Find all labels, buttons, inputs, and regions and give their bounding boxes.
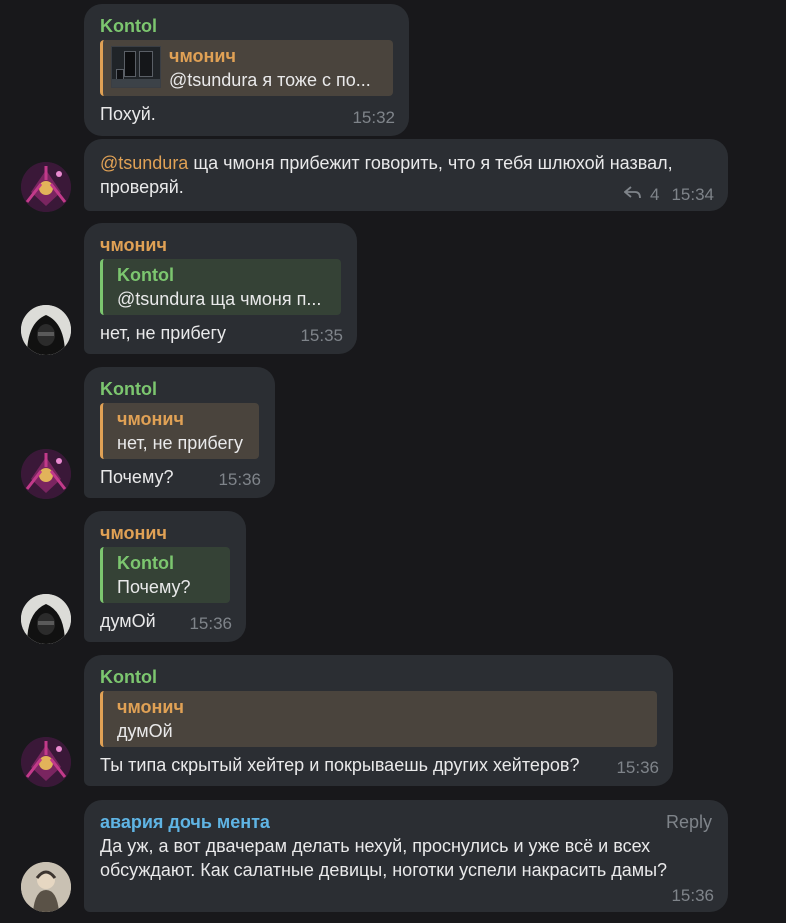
image-thumbnail <box>111 46 161 88</box>
chmonich-avatar[interactable] <box>21 305 71 355</box>
quote-sender: чмонич <box>169 46 236 66</box>
quote-sender: чмонич <box>117 697 184 717</box>
chmonich-avatar-image <box>21 594 71 644</box>
message-time: 15:34 <box>671 184 714 204</box>
message-text: Ты типа скрытый хейтер и покрываешь друг… <box>100 755 580 775</box>
reply-quote[interactable]: чмонич нет, не прибегу <box>100 403 259 459</box>
message-text: @tsundura ща чмоня прибежит говорить, чт… <box>100 151 712 199</box>
message-bubble[interactable]: Kontol чмонич думОй Ты типа скрытый хейт… <box>84 655 673 786</box>
kontol-avatar-image <box>21 737 71 787</box>
reply-quote[interactable]: чмонич думОй <box>100 691 657 747</box>
message-time: 15:36 <box>671 886 714 905</box>
sender-name[interactable]: Kontol <box>100 665 657 689</box>
reply-quote[interactable]: Kontol @tsundura ща чмоня п... <box>100 259 341 315</box>
kontol-avatar[interactable] <box>21 449 71 499</box>
avaria-avatar-image <box>21 862 71 912</box>
sender-name[interactable]: Kontol <box>100 377 259 401</box>
quote-sender: Kontol <box>117 265 174 285</box>
message-time: 15:32 <box>352 108 395 127</box>
quote-sender: Kontol <box>117 553 174 573</box>
message-time: 15:36 <box>189 614 232 633</box>
chmonich-avatar-image <box>21 305 71 355</box>
message-meta: 15:36 <box>189 614 232 634</box>
message-meta: 4 15:34 <box>623 184 714 205</box>
message-meta: 15:35 <box>300 326 343 346</box>
kontol-avatar-image <box>21 162 71 212</box>
quote-sender: чмонич <box>117 409 184 429</box>
message-text: Похуй. <box>100 104 156 124</box>
quote-text: Почему? <box>117 577 191 597</box>
kontol-avatar[interactable] <box>21 162 71 212</box>
message-text: Да уж, а вот двачерам делать нехуй, прос… <box>100 836 668 880</box>
message-time: 15:36 <box>218 470 261 489</box>
quote-text: @tsundura ща чмоня п... <box>117 289 322 309</box>
sender-name[interactable]: чмонич <box>100 521 230 545</box>
message-meta: 15:36 <box>671 886 714 906</box>
sender-name[interactable]: чмонич <box>100 233 341 257</box>
message-meta: 15:36 <box>218 470 261 490</box>
kontol-avatar-image <box>21 449 71 499</box>
reply-quote[interactable]: чмонич @tsundura я тоже с по... <box>100 40 393 96</box>
message-bubble[interactable]: @tsundura ща чмоня прибежит говорить, чт… <box>84 139 728 211</box>
message-time: 15:35 <box>300 326 343 345</box>
message-time: 15:36 <box>616 758 659 777</box>
message-bubble[interactable]: Kontol чмонич @tsundura я тоже с по... П… <box>84 4 409 136</box>
message-bubble[interactable]: чмонич Kontol @tsundura ща чмоня п... не… <box>84 223 357 354</box>
quote-text: нет, не прибегу <box>117 433 244 453</box>
reply-quote[interactable]: Kontol Почему? <box>100 547 230 603</box>
message-bubble[interactable]: чмонич Kontol Почему? думОй 15:36 <box>84 511 246 642</box>
message-meta: 15:36 <box>616 758 659 778</box>
mention-link[interactable]: @tsundura <box>100 153 188 173</box>
message-bubble[interactable]: авария дочь мента Reply Да уж, а вот два… <box>84 800 728 912</box>
message-bubble[interactable]: Kontol чмонич нет, не прибегу Почему? 15… <box>84 367 275 498</box>
sender-name[interactable]: авария дочь мента <box>100 810 712 834</box>
reply-count[interactable]: 4 <box>650 185 659 205</box>
quote-text: @tsundura я тоже с по... <box>169 70 371 90</box>
reply-arrow-icon[interactable] <box>623 184 642 205</box>
avaria-avatar[interactable] <box>21 862 71 912</box>
sender-name[interactable]: Kontol <box>100 14 393 38</box>
kontol-avatar[interactable] <box>21 737 71 787</box>
reply-button[interactable]: Reply <box>666 812 712 833</box>
message-meta: 15:32 <box>352 108 395 128</box>
chmonich-avatar[interactable] <box>21 594 71 644</box>
quote-text: думОй <box>117 721 173 741</box>
